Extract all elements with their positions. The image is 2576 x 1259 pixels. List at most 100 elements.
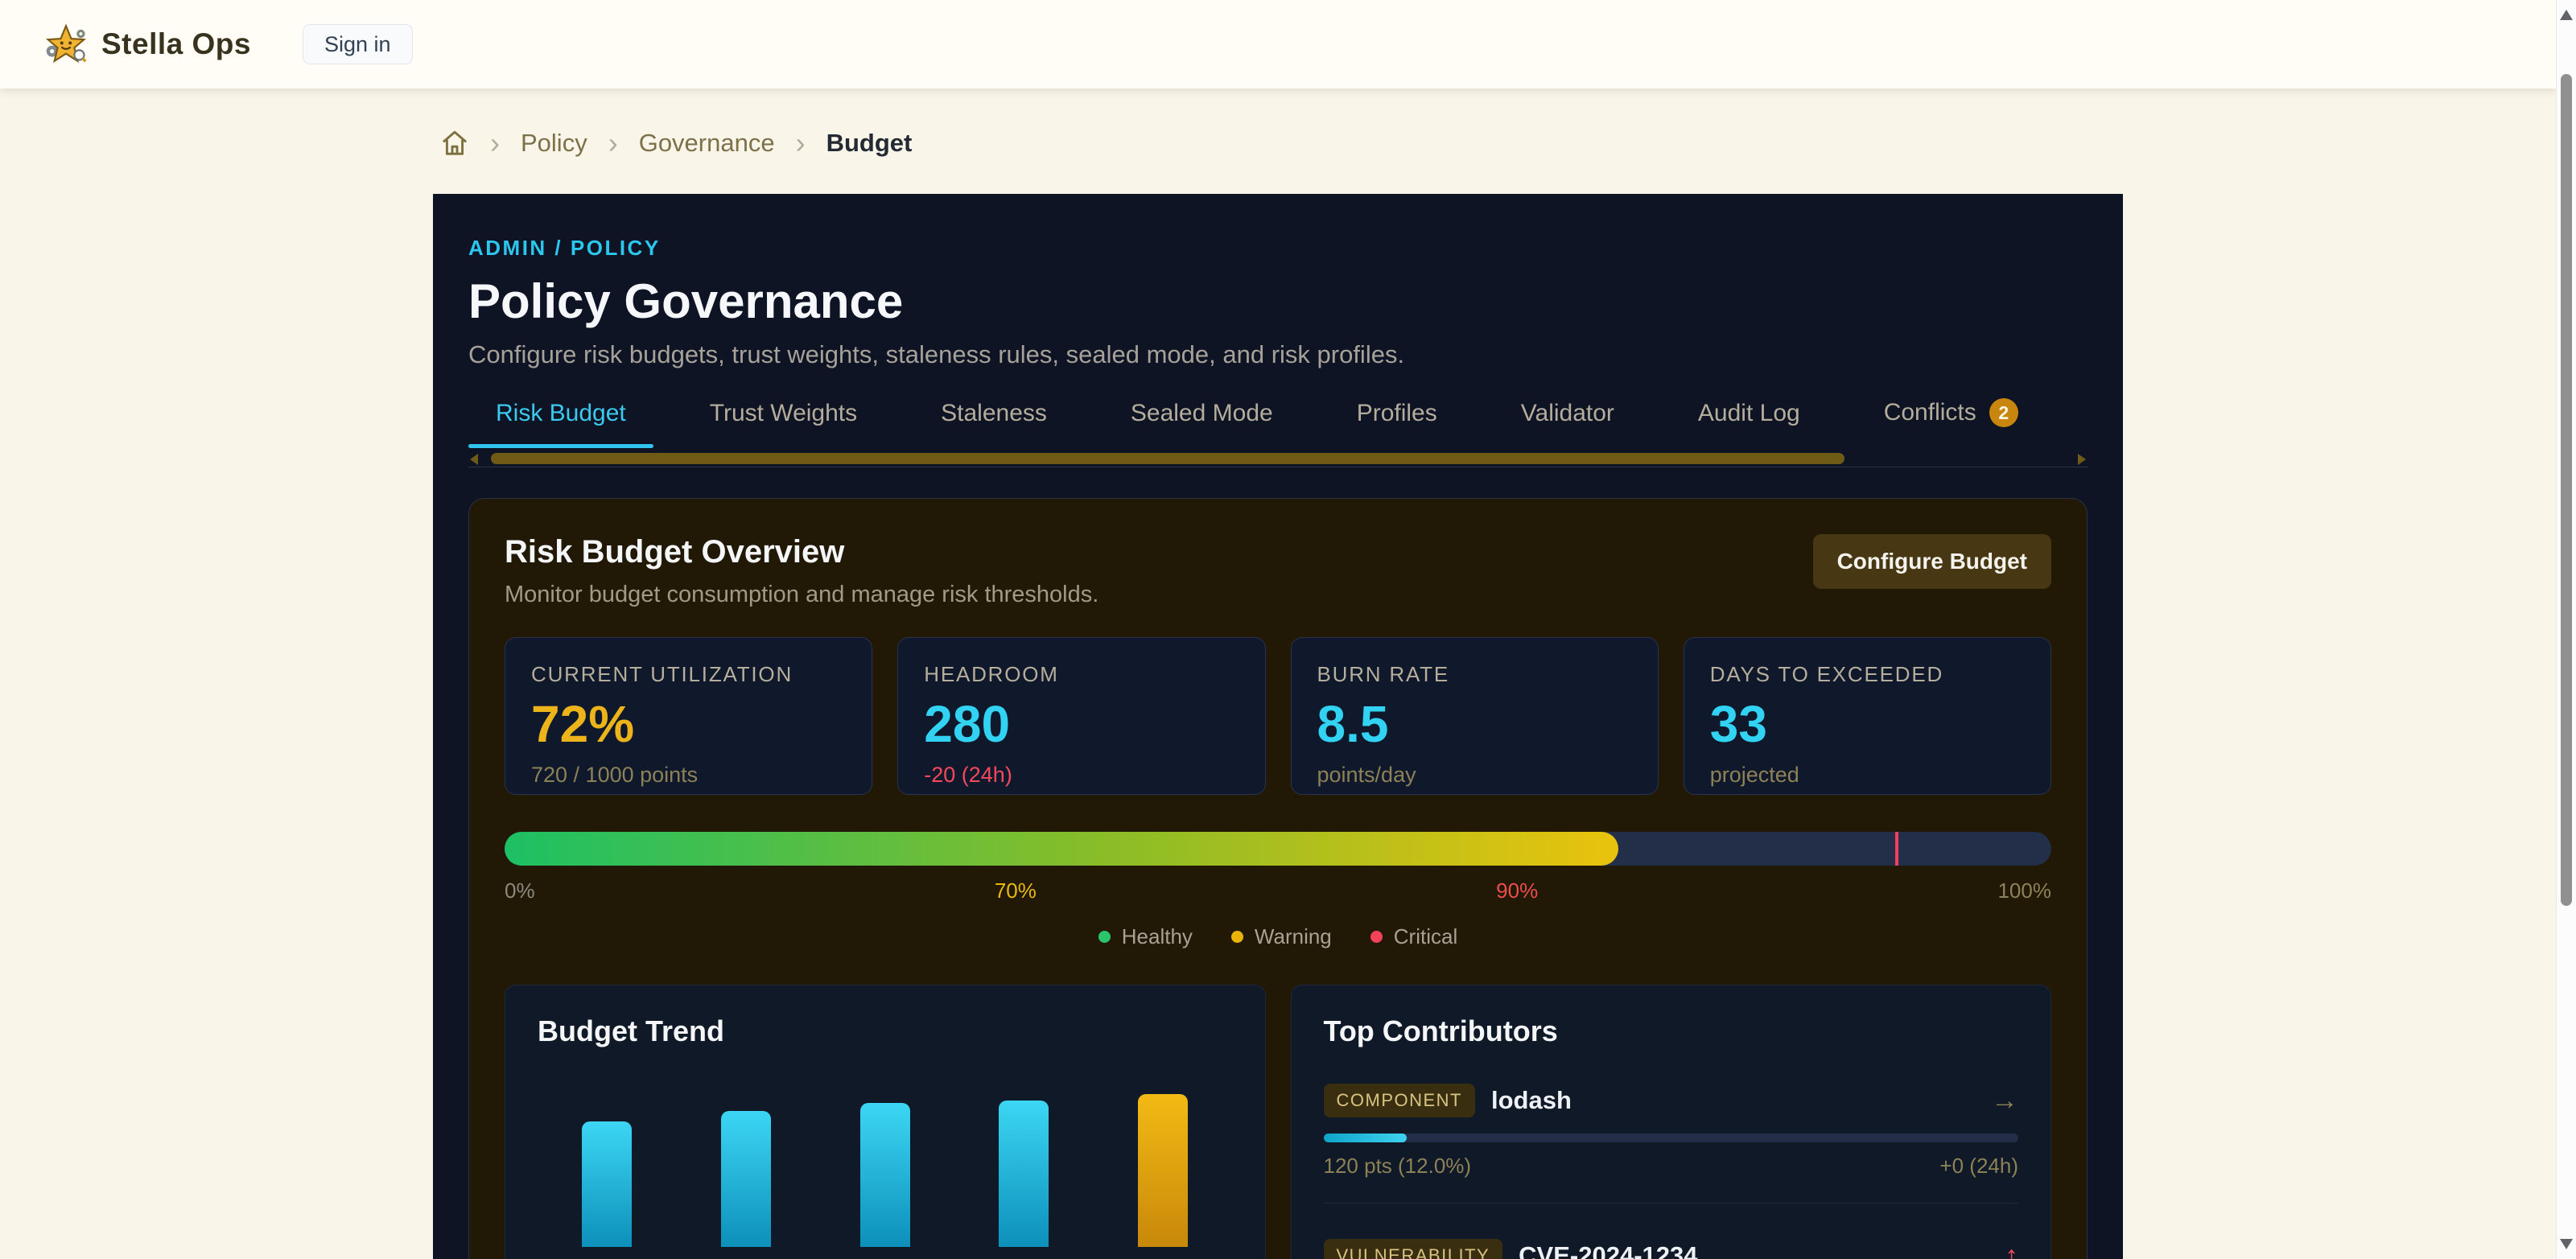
contributor-name: lodash xyxy=(1491,1086,1572,1115)
trend-bar-12-8 xyxy=(721,1111,771,1247)
tab-label: Audit Log xyxy=(1698,400,1800,427)
legend-label: Warning xyxy=(1255,924,1332,949)
stat-label: CURRENT UTILIZATION xyxy=(531,662,846,687)
chevron-right-icon: › xyxy=(608,129,618,158)
contributor-name: CVE-2024-1234 xyxy=(1519,1241,1697,1259)
stat-subtext: points/day xyxy=(1317,763,1632,788)
budget-utilization-bar xyxy=(505,832,2051,866)
tab-conflicts[interactable]: Conflicts 2 xyxy=(1857,398,2046,448)
trend-bar-12-22 xyxy=(999,1101,1049,1247)
overview-bottom-grid: Budget Trend 12/112/812/1512/2212/29 Top… xyxy=(505,985,2051,1259)
stat-value: 72% xyxy=(531,698,846,750)
sign-in-button[interactable]: Sign in xyxy=(303,24,413,64)
tab-label: Validator xyxy=(1521,400,1614,427)
tab-trust-weights[interactable]: Trust Weights xyxy=(682,400,884,448)
warning-dot-icon xyxy=(1231,931,1243,943)
arrow-up-icon: ↑ xyxy=(2005,1242,2018,1259)
tab-label: Sealed Mode xyxy=(1131,400,1273,427)
chevron-right-icon: › xyxy=(796,129,806,158)
stat-label: HEADROOM xyxy=(924,662,1239,687)
tab-badge-conflicts: 2 xyxy=(1989,398,2018,427)
stat-subtext: projected xyxy=(1710,763,2025,788)
overview-title: Risk Budget Overview xyxy=(505,534,1098,570)
stat-card-burn-rate: BURN RATE8.5points/day xyxy=(1291,637,1659,795)
breadcrumb-item-policy[interactable]: Policy xyxy=(521,129,587,158)
scroll-down-icon[interactable] xyxy=(2560,1239,2573,1249)
policy-governance-panel: ADMIN / POLICY Policy Governance Configu… xyxy=(433,194,2123,1259)
contributor-header: COMPONENTlodash→ xyxy=(1324,1084,2019,1117)
contributor-header: VULNERABILITY CVE-2024-1234 ↑ xyxy=(1324,1239,2019,1259)
critical-threshold-marker xyxy=(1895,832,1898,866)
trend-col-12-22: 12/22 xyxy=(959,1093,1088,1259)
stat-value: 33 xyxy=(1710,698,2025,750)
breadcrumb-eyebrow: ADMIN / POLICY xyxy=(468,236,2088,261)
tab-scroll-right-icon[interactable] xyxy=(2078,454,2086,465)
arrow-right-icon: → xyxy=(1991,1087,2018,1114)
tab-validator[interactable]: Validator xyxy=(1494,400,1642,448)
configure-budget-button[interactable]: Configure Budget xyxy=(1813,534,2051,589)
tab-risk-budget[interactable]: Risk Budget xyxy=(468,400,653,448)
page-scrollbar[interactable] xyxy=(2556,0,2576,1259)
tab-scrollbar xyxy=(468,451,2088,469)
legend-label: Healthy xyxy=(1122,924,1193,949)
breadcrumb-item-budget: Budget xyxy=(826,129,913,158)
legend-item-healthy: Healthy xyxy=(1098,924,1193,949)
tab-scrollbar-thumb[interactable] xyxy=(491,453,1844,464)
contributor-points: 120 pts (12.0%) xyxy=(1324,1154,1472,1179)
brand-name: Stella Ops xyxy=(101,27,251,61)
stat-value: 280 xyxy=(924,698,1239,750)
tab-label: Conflicts xyxy=(1884,399,1976,426)
tab-label: Trust Weights xyxy=(710,400,857,427)
budget-trend-chart: 12/112/812/1512/2212/29 xyxy=(538,1093,1233,1259)
budget-scale-labels: 0%70%90%100% xyxy=(505,878,2051,903)
stat-subtext: -20 (24h) xyxy=(924,763,1239,788)
healthy-dot-icon xyxy=(1098,931,1111,943)
page-subtitle: Configure risk budgets, trust weights, s… xyxy=(468,340,2088,369)
trend-col-12-15: 12/15 xyxy=(821,1093,950,1259)
scale-label-90: 90% xyxy=(1496,878,1538,903)
tab-pl[interactable]: Pl xyxy=(2075,400,2088,448)
trend-col-12-29: 12/29 xyxy=(1098,1093,1227,1259)
overview-heading: Risk Budget Overview Monitor budget cons… xyxy=(505,534,1098,608)
trend-bar-12-15 xyxy=(860,1103,910,1247)
chevron-right-icon: › xyxy=(490,129,500,158)
scale-label-0: 0% xyxy=(505,878,535,903)
stella-ops-logo xyxy=(45,23,87,65)
overview-subtitle: Monitor budget consumption and manage ri… xyxy=(505,582,1098,608)
tabs: Risk Budget Trust Weights Staleness Sealed … xyxy=(468,398,2088,448)
contributor-row-cve-2024-1234[interactable]: VULNERABILITYCVE-2024-1234↑95 pts (9.5%)… xyxy=(1324,1239,2019,1259)
home-icon[interactable] xyxy=(440,129,469,158)
tab-sealed-mode[interactable]: Sealed Mode xyxy=(1103,400,1300,448)
breadcrumb-item-governance[interactable]: Governance xyxy=(639,129,775,158)
contributor-progress-fill xyxy=(1324,1134,1408,1142)
tab-bar: Risk Budget Trust Weights Staleness Sealed … xyxy=(468,398,2088,469)
trend-bar-12-1 xyxy=(582,1121,632,1247)
contributor-list: COMPONENTlodash→120 pts (12.0%)+0 (24h)V… xyxy=(1324,1084,2019,1259)
stat-card-headroom: HEADROOM 280 -20 (24h) xyxy=(897,637,1265,795)
scroll-up-icon[interactable] xyxy=(2560,10,2573,20)
top-contributors-title: Top Contributors xyxy=(1324,1014,2019,1048)
tab-audit-log[interactable]: Audit Log xyxy=(1671,400,1828,448)
breadcrumb-items: › Policy › Governance › Budget xyxy=(490,129,912,158)
contributor-delta: +0 (24h) xyxy=(1939,1154,2018,1179)
stat-value: 8.5 xyxy=(1317,698,1632,750)
trend-col-12-1: 12/1 xyxy=(542,1093,671,1259)
legend-item-critical: Critical xyxy=(1370,924,1457,949)
stat-subtext: 720 / 1000 points xyxy=(531,763,846,788)
contributor-stats: 120 pts (12.0%) +0 (24h) xyxy=(1324,1154,2019,1179)
stat-label: DAYS TO EXCEEDED xyxy=(1710,662,2025,687)
contributor-row-lodash[interactable]: COMPONENTlodash→120 pts (12.0%)+0 (24h) xyxy=(1324,1084,2019,1179)
budget-utilization-fill xyxy=(505,832,1618,866)
contributor-progress xyxy=(1324,1134,2019,1142)
tab-label: Staleness xyxy=(941,400,1047,427)
scale-label-70: 70% xyxy=(995,878,1037,903)
tab-staleness[interactable]: Staleness xyxy=(913,400,1074,448)
budget-trend-title: Budget Trend xyxy=(538,1014,1233,1048)
page-scrollbar-thumb[interactable] xyxy=(2561,74,2572,906)
tab-scroll-left-icon[interactable] xyxy=(470,454,478,465)
tab-profiles[interactable]: Profiles xyxy=(1329,400,1465,448)
breadcrumb: › Policy › Governance › Budget xyxy=(440,129,912,158)
tab-label: Profiles xyxy=(1357,400,1437,427)
page-hero: ADMIN / POLICY Policy Governance Configu… xyxy=(433,194,2123,369)
contributor-type-badge: VULNERABILITY xyxy=(1324,1239,1503,1259)
